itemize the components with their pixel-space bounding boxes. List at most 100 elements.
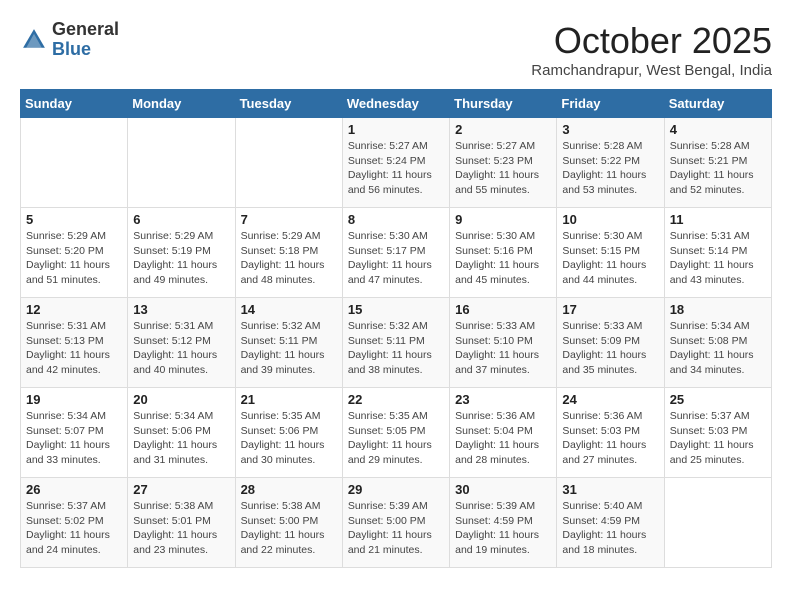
day-number: 10 <box>562 212 658 227</box>
calendar-cell: 14Sunrise: 5:32 AM Sunset: 5:11 PM Dayli… <box>235 298 342 388</box>
week-row-5: 26 Sunrise: 5:37 AM Sunset: 5:02 PM Dayli… <box>21 478 772 568</box>
calendar-cell: 2Sunrise: 5:27 AM Sunset: 5:23 PM Daylig… <box>450 118 557 208</box>
day-info: Sunrise: 5:38 AM Sunset: 5:00 PM Dayligh… <box>241 499 337 558</box>
calendar-cell: 15Sunrise: 5:32 AM Sunset: 5:11 PM Dayli… <box>342 298 449 388</box>
calendar-cell: 11 Sunrise: 5:31 AM Sunset: 5:14 PM Dayli… <box>664 208 771 298</box>
calendar-table: SundayMondayTuesdayWednesdayThursdayFrid… <box>20 89 772 568</box>
calendar-cell <box>21 118 128 208</box>
calendar-cell: 13 Sunrise: 5:31 AM Sunset: 5:12 PM Dayli… <box>128 298 235 388</box>
calendar-cell: 8Sunrise: 5:30 AM Sunset: 5:17 PM Daylig… <box>342 208 449 298</box>
calendar-cell <box>664 478 771 568</box>
day-info: Sunrise: 5:30 AM Sunset: 5:17 PM Dayligh… <box>348 229 444 288</box>
logo-icon <box>20 26 48 54</box>
weekday-header-monday: Monday <box>128 90 235 118</box>
day-info: Sunrise: 5:31 AM Sunset: 5:14 PM Dayligh… <box>670 229 766 288</box>
calendar-cell: 27Sunrise: 5:38 AM Sunset: 5:01 PM Dayli… <box>128 478 235 568</box>
calendar-cell: 22 Sunrise: 5:35 AM Sunset: 5:05 PM Dayli… <box>342 388 449 478</box>
day-number: 29 <box>348 482 444 497</box>
day-number: 16 <box>455 302 551 317</box>
day-number: 13 <box>133 302 229 317</box>
week-row-2: 5 Sunrise: 5:29 AM Sunset: 5:20 PM Daylig… <box>21 208 772 298</box>
calendar-cell: 29Sunrise: 5:39 AM Sunset: 5:00 PM Dayli… <box>342 478 449 568</box>
calendar-cell: 28Sunrise: 5:38 AM Sunset: 5:00 PM Dayli… <box>235 478 342 568</box>
day-info: Sunrise: 5:36 AM Sunset: 5:03 PM Dayligh… <box>562 409 658 468</box>
calendar-cell <box>128 118 235 208</box>
calendar-cell: 23 Sunrise: 5:36 AM Sunset: 5:04 PM Dayli… <box>450 388 557 478</box>
day-info: Sunrise: 5:31 AM Sunset: 5:12 PM Dayligh… <box>133 319 229 378</box>
calendar-cell: 1 Sunrise: 5:27 AM Sunset: 5:24 PM Daylig… <box>342 118 449 208</box>
day-info: Sunrise: 5:30 AM Sunset: 5:16 PM Dayligh… <box>455 229 551 288</box>
day-info: Sunrise: 5:35 AM Sunset: 5:05 PM Dayligh… <box>348 409 444 468</box>
day-number: 23 <box>455 392 551 407</box>
day-number: 24 <box>562 392 658 407</box>
day-number: 1 <box>348 122 444 137</box>
day-info: Sunrise: 5:29 AM Sunset: 5:18 PM Dayligh… <box>241 229 337 288</box>
day-number: 30 <box>455 482 551 497</box>
day-info: Sunrise: 5:28 AM Sunset: 5:22 PM Dayligh… <box>562 139 658 198</box>
day-info: Sunrise: 5:30 AM Sunset: 5:15 PM Dayligh… <box>562 229 658 288</box>
day-number: 2 <box>455 122 551 137</box>
day-info: Sunrise: 5:39 AM Sunset: 4:59 PM Dayligh… <box>455 499 551 558</box>
day-number: 3 <box>562 122 658 137</box>
day-info: Sunrise: 5:27 AM Sunset: 5:24 PM Dayligh… <box>348 139 444 198</box>
weekday-header-thursday: Thursday <box>450 90 557 118</box>
day-number: 26 <box>26 482 122 497</box>
calendar-cell: 4 Sunrise: 5:28 AM Sunset: 5:21 PM Daylig… <box>664 118 771 208</box>
day-info: Sunrise: 5:40 AM Sunset: 4:59 PM Dayligh… <box>562 499 658 558</box>
location-title: Ramchandrapur, West Bengal, India <box>531 62 772 79</box>
day-number: 11 <box>670 212 766 227</box>
day-number: 25 <box>670 392 766 407</box>
day-info: Sunrise: 5:28 AM Sunset: 5:21 PM Dayligh… <box>670 139 766 198</box>
week-row-3: 12 Sunrise: 5:31 AM Sunset: 5:13 PM Dayli… <box>21 298 772 388</box>
day-info: Sunrise: 5:29 AM Sunset: 5:19 PM Dayligh… <box>133 229 229 288</box>
day-number: 4 <box>670 122 766 137</box>
day-number: 12 <box>26 302 122 317</box>
calendar-cell: 9Sunrise: 5:30 AM Sunset: 5:16 PM Daylig… <box>450 208 557 298</box>
logo: General Blue <box>20 20 119 60</box>
day-number: 20 <box>133 392 229 407</box>
weekday-header-friday: Friday <box>557 90 664 118</box>
day-info: Sunrise: 5:33 AM Sunset: 5:09 PM Dayligh… <box>562 319 658 378</box>
day-info: Sunrise: 5:37 AM Sunset: 5:02 PM Dayligh… <box>26 499 122 558</box>
weekday-header-sunday: Sunday <box>21 90 128 118</box>
day-info: Sunrise: 5:32 AM Sunset: 5:11 PM Dayligh… <box>348 319 444 378</box>
day-info: Sunrise: 5:37 AM Sunset: 5:03 PM Dayligh… <box>670 409 766 468</box>
page-header: General Blue October 2025 Ramchandrapur,… <box>20 20 772 79</box>
calendar-cell: 7 Sunrise: 5:29 AM Sunset: 5:18 PM Daylig… <box>235 208 342 298</box>
weekday-header-row: SundayMondayTuesdayWednesdayThursdayFrid… <box>21 90 772 118</box>
day-number: 18 <box>670 302 766 317</box>
day-number: 5 <box>26 212 122 227</box>
calendar-cell: 25 Sunrise: 5:37 AM Sunset: 5:03 PM Dayli… <box>664 388 771 478</box>
calendar-cell: 16 Sunrise: 5:33 AM Sunset: 5:10 PM Dayli… <box>450 298 557 388</box>
day-number: 22 <box>348 392 444 407</box>
day-number: 14 <box>241 302 337 317</box>
calendar-cell: 6 Sunrise: 5:29 AM Sunset: 5:19 PM Daylig… <box>128 208 235 298</box>
calendar-cell: 31 Sunrise: 5:40 AM Sunset: 4:59 PM Dayli… <box>557 478 664 568</box>
day-info: Sunrise: 5:36 AM Sunset: 5:04 PM Dayligh… <box>455 409 551 468</box>
calendar-cell: 12 Sunrise: 5:31 AM Sunset: 5:13 PM Dayli… <box>21 298 128 388</box>
day-number: 7 <box>241 212 337 227</box>
day-info: Sunrise: 5:29 AM Sunset: 5:20 PM Dayligh… <box>26 229 122 288</box>
weekday-header-tuesday: Tuesday <box>235 90 342 118</box>
calendar-cell: 17 Sunrise: 5:33 AM Sunset: 5:09 PM Dayli… <box>557 298 664 388</box>
day-number: 27 <box>133 482 229 497</box>
calendar-cell: 5 Sunrise: 5:29 AM Sunset: 5:20 PM Daylig… <box>21 208 128 298</box>
day-info: Sunrise: 5:34 AM Sunset: 5:07 PM Dayligh… <box>26 409 122 468</box>
calendar-cell: 24 Sunrise: 5:36 AM Sunset: 5:03 PM Dayli… <box>557 388 664 478</box>
calendar-cell: 18 Sunrise: 5:34 AM Sunset: 5:08 PM Dayli… <box>664 298 771 388</box>
day-number: 21 <box>241 392 337 407</box>
weekday-header-wednesday: Wednesday <box>342 90 449 118</box>
day-number: 31 <box>562 482 658 497</box>
day-info: Sunrise: 5:34 AM Sunset: 5:08 PM Dayligh… <box>670 319 766 378</box>
calendar-cell: 10 Sunrise: 5:30 AM Sunset: 5:15 PM Dayli… <box>557 208 664 298</box>
day-info: Sunrise: 5:33 AM Sunset: 5:10 PM Dayligh… <box>455 319 551 378</box>
day-number: 17 <box>562 302 658 317</box>
day-number: 6 <box>133 212 229 227</box>
day-info: Sunrise: 5:35 AM Sunset: 5:06 PM Dayligh… <box>241 409 337 468</box>
week-row-4: 19Sunrise: 5:34 AM Sunset: 5:07 PM Dayli… <box>21 388 772 478</box>
day-info: Sunrise: 5:31 AM Sunset: 5:13 PM Dayligh… <box>26 319 122 378</box>
week-row-1: 1 Sunrise: 5:27 AM Sunset: 5:24 PM Daylig… <box>21 118 772 208</box>
calendar-cell: 20Sunrise: 5:34 AM Sunset: 5:06 PM Dayli… <box>128 388 235 478</box>
calendar-cell: 26 Sunrise: 5:37 AM Sunset: 5:02 PM Dayli… <box>21 478 128 568</box>
logo-text: General Blue <box>52 20 119 60</box>
